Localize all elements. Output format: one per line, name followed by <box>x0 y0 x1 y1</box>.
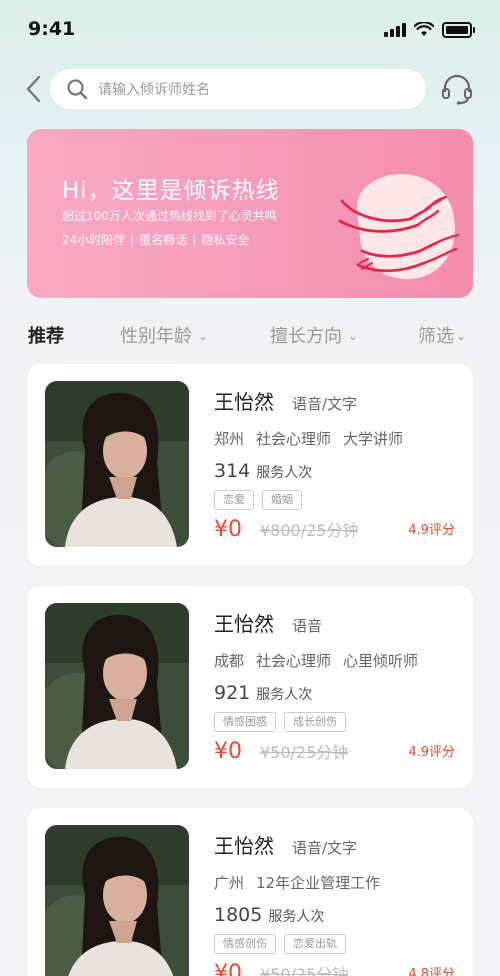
headset-icon[interactable] <box>440 72 474 106</box>
filter-more[interactable]: 筛选 ⌄ <box>418 322 466 348</box>
battery-icon <box>442 22 475 38</box>
banner-subtitle: 超过100万人次通过热线找到了心灵共鸣 <box>62 209 277 223</box>
status-time: 9:41 <box>28 18 76 40</box>
tab-recommend[interactable]: 推荐 <box>28 322 64 348</box>
counselor-city: 广州 <box>214 874 245 892</box>
counselor-title: 社会心理师 <box>256 652 332 670</box>
chevron-down-icon: ⌄ <box>456 329 467 343</box>
counselor-info: 王怡然 语音/文字 郑州 社会心理师 大学讲师 314 服务人次 恋爱 婚姻 ¥… <box>214 386 459 542</box>
counselor-info: 王怡然 语音/文字 广州 12年企业管理工作 1805 服务人次 情感创伤 恋爱… <box>214 830 459 976</box>
banner-tag: 隐私安全 <box>201 233 250 247</box>
counselor-city: 郑州 <box>214 430 245 448</box>
specialty-tag: 成长创伤 <box>284 712 346 732</box>
consult-mode: 语音 <box>292 617 323 635</box>
back-icon[interactable] <box>22 74 48 104</box>
chevron-down-icon: ⌄ <box>348 329 359 343</box>
rating: 4.9评分 <box>408 745 455 760</box>
banner-tag: 匿名畅话 <box>139 233 188 247</box>
signal-icon <box>384 23 406 37</box>
counselor-card[interactable]: 王怡然 语音 成都 社会心理师 心里倾听师 921 服务人次 情感困惑 成长创伤… <box>27 586 473 788</box>
tab-recommend-label: 推荐 <box>28 326 64 347</box>
tag-divider: | <box>130 232 135 247</box>
filter-specialty[interactable]: 擅长方向 ⌄ <box>270 322 358 348</box>
rating: 4.9评分 <box>408 523 455 538</box>
price: ¥0 <box>214 739 242 764</box>
counselor-city: 成都 <box>214 652 245 670</box>
served-label: 服务人次 <box>256 465 313 481</box>
counselor-title: 12年企业管理工作 <box>256 874 381 892</box>
counselor-photo <box>45 603 189 769</box>
counselor-card[interactable]: 王怡然 语音/文字 广州 12年企业管理工作 1805 服务人次 情感创伤 恋爱… <box>27 808 473 976</box>
counselor-name: 王怡然 <box>214 612 274 636</box>
chevron-down-icon: ⌄ <box>198 329 209 343</box>
specialty-tag: 婚姻 <box>262 490 302 510</box>
specialty-tag: 恋爱出轨 <box>284 934 346 954</box>
served-count: 314 <box>214 460 251 482</box>
search-input[interactable]: 请输入倾诉师姓名 <box>50 69 426 109</box>
served-count: 1805 <box>214 904 263 926</box>
wifi-icon <box>414 22 434 36</box>
counselor-name: 王怡然 <box>214 390 274 414</box>
filter-gender-age[interactable]: 性别年龄 ⌄ <box>120 322 208 348</box>
consult-mode: 语音/文字 <box>292 839 358 857</box>
price: ¥0 <box>214 517 242 542</box>
rating: 4.8评分 <box>408 967 455 976</box>
search-placeholder: 请输入倾诉师姓名 <box>98 82 210 98</box>
specialty-tag: 情感创伤 <box>214 934 276 954</box>
banner-title: Hi，这里是倾诉热线 <box>62 178 280 204</box>
hotline-banner[interactable]: Hi，这里是倾诉热线 超过100万人次通过热线找到了心灵共鸣 24小时陪伴 | … <box>27 129 473 298</box>
price: ¥0 <box>214 961 242 976</box>
counselor-card[interactable]: 王怡然 语音/文字 郑州 社会心理师 大学讲师 314 服务人次 恋爱 婚姻 ¥… <box>27 364 473 566</box>
banner-tags: 24小时陪伴 | 匿名畅话 | 隐私安全 <box>62 231 249 248</box>
counselor-title: 心里倾听师 <box>343 652 419 670</box>
filter-specialty-label: 擅长方向 <box>270 326 342 347</box>
counselor-photo <box>45 381 189 547</box>
search-icon <box>67 79 88 100</box>
filter-bar: 推荐 性别年龄 ⌄ 擅长方向 ⌄ 筛选 ⌄ <box>0 322 500 350</box>
specialty-tag: 情感困惑 <box>214 712 276 732</box>
consult-mode: 语音/文字 <box>292 395 358 413</box>
counselor-photo <box>45 825 189 976</box>
hug-illustration <box>338 174 460 280</box>
original-price: ¥50/25分钟 <box>260 743 349 762</box>
filter-gender-age-label: 性别年龄 <box>120 326 192 347</box>
filter-more-label: 筛选 <box>418 326 454 347</box>
status-icons <box>384 22 475 38</box>
served-count: 921 <box>214 682 251 704</box>
original-price: ¥50/25分钟 <box>260 965 349 976</box>
original-price: ¥800/25分钟 <box>260 521 359 540</box>
counselor-name: 王怡然 <box>214 834 274 858</box>
served-label: 服务人次 <box>256 687 313 703</box>
counselor-title: 社会心理师 <box>256 430 332 448</box>
served-label: 服务人次 <box>268 909 325 925</box>
specialty-tag: 恋爱 <box>214 490 254 510</box>
banner-tag: 24小时陪伴 <box>62 233 126 247</box>
counselor-info: 王怡然 语音 成都 社会心理师 心里倾听师 921 服务人次 情感困惑 成长创伤… <box>214 608 459 764</box>
tag-divider: | <box>192 232 197 247</box>
counselor-title: 大学讲师 <box>343 430 404 448</box>
